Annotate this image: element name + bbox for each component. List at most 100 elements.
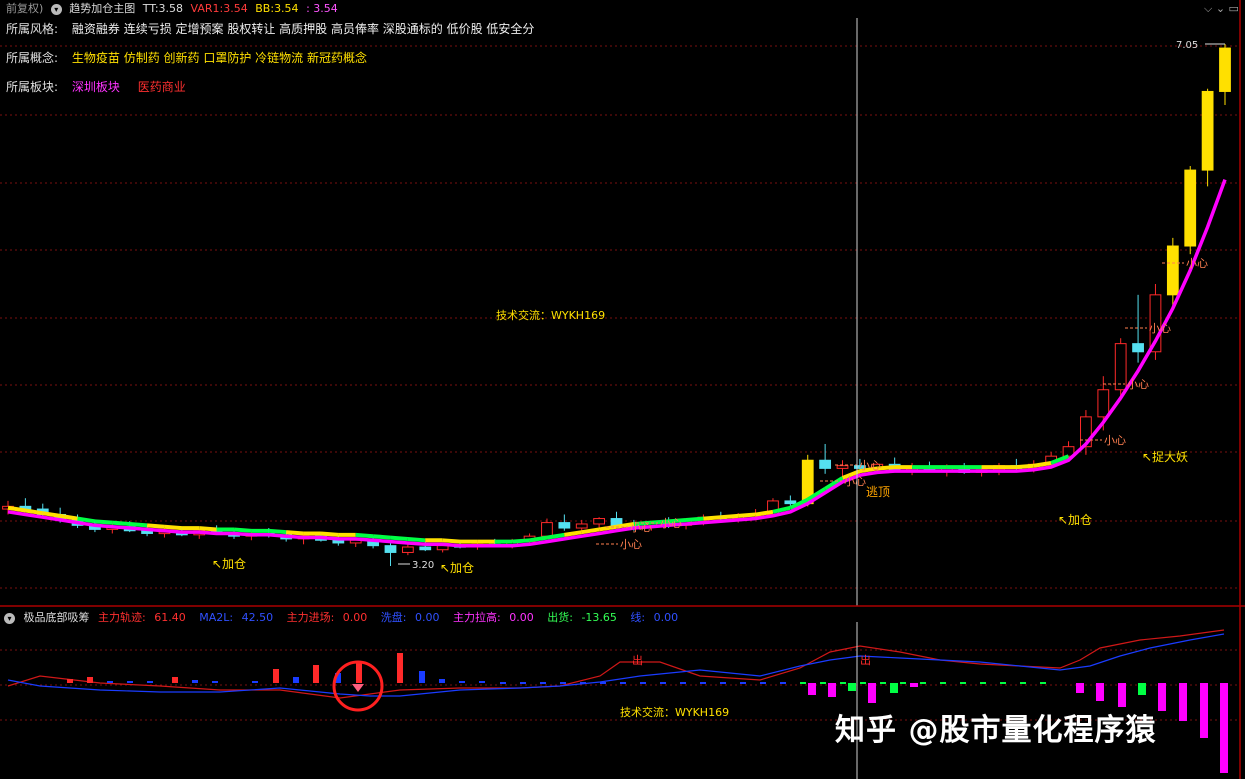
ma-segment <box>7 505 26 513</box>
sub-bar <box>313 665 319 683</box>
var1-label: VAR1: <box>190 2 224 15</box>
ma-segment <box>720 513 739 520</box>
tech-text-main: 技术交流：WYKH169 <box>496 308 605 322</box>
magenta-line <box>7 178 1227 548</box>
candle <box>541 522 553 537</box>
sub-indicator-header: ▾ 极品底部吸筹 主力轨迹: 61.40 MA2L: 42.50 主力进场: 0… <box>4 609 688 625</box>
label-xiaoxin: 小心 <box>1149 322 1171 335</box>
annotations: 7.053.20技术交流：WYKH169↖加仓 ↖加仓↖加仓↖捉大妖逃顶小心 小心小… <box>212 40 1225 575</box>
sub-dash-green <box>920 682 926 684</box>
field-2: 主力进场: 0.00 <box>286 611 368 624</box>
bb-value: 3.54 <box>274 2 299 15</box>
sub-dash-green <box>1040 682 1046 684</box>
sub-dash <box>640 682 646 684</box>
ma-segment <box>407 536 426 543</box>
extra-value: : 3.54 <box>306 2 338 15</box>
sub-dash-green <box>840 682 846 684</box>
label-xiaoxin: 小心 <box>1186 257 1208 270</box>
ma-segment <box>25 508 44 516</box>
sub-title[interactable]: 极品底部吸筹 <box>24 611 90 624</box>
label-xiaoxin: 小心 <box>1104 434 1126 447</box>
sub-dash <box>560 682 566 684</box>
main-track-line <box>7 629 1225 699</box>
bb-label: BB: <box>255 2 275 15</box>
sub-neg-bar <box>848 683 856 691</box>
sub-dash <box>680 682 686 684</box>
adjust-mode[interactable]: 前复权) <box>6 2 43 15</box>
sub-dash <box>520 682 526 684</box>
candle <box>401 546 414 553</box>
ma-segment <box>529 535 548 543</box>
chevron-down-icon[interactable]: ▾ <box>4 612 15 624</box>
sub-neg-bar <box>1200 683 1208 738</box>
ma-segment <box>233 527 252 533</box>
concept-row: 所属概念: 生物疫苗 仿制药 创新药 口罩防护 冷链物流 新冠药概念 <box>6 49 367 66</box>
sub-dash-green <box>980 682 986 684</box>
sub-bar <box>479 681 485 683</box>
sub-neg-bar <box>1220 683 1228 773</box>
style-value: 融资融券 连续亏损 定增预案 股权转让 高质押股 高员俸率 深股通标的 低价股 … <box>71 22 535 36</box>
sub-dash <box>500 682 506 684</box>
sub-indicator: 出 出技术交流：WYKH169 <box>7 629 1228 773</box>
sub-bar <box>67 679 73 683</box>
kline-chart[interactable]: 出出技术交流：WYKH169 7.053.20技术交流：WYKH169↖加仓 ↖加… <box>0 0 1245 779</box>
sector-value-1[interactable]: 深圳板块 <box>72 80 120 94</box>
var1-value: 3.54 <box>223 2 248 15</box>
ma-segment <box>320 531 339 537</box>
sub-dash-green <box>820 682 826 684</box>
sub-neg-bar <box>890 683 898 693</box>
sub-dash <box>720 682 726 684</box>
sub-dash-green <box>860 682 866 684</box>
ma-segment <box>77 516 96 524</box>
sub-dash <box>660 682 666 684</box>
ma-segment <box>581 527 600 535</box>
sub-neg-bar <box>868 683 876 703</box>
candles <box>2 44 1231 566</box>
label-xiaoxin: 小心 <box>844 475 866 488</box>
ma-segment <box>546 532 565 540</box>
sub-dash <box>540 682 546 684</box>
sub-dash-green <box>1020 682 1026 684</box>
label-xiaoxin: 小心 <box>1127 378 1149 391</box>
ma-segment <box>390 535 409 541</box>
ma-segment <box>1033 461 1052 468</box>
sub-bar <box>147 681 153 683</box>
sub-dash <box>700 682 706 684</box>
sub-bar <box>439 679 445 683</box>
sub-dash <box>780 682 786 684</box>
tech-text-sub: 技术交流：WYKH169 <box>620 705 729 719</box>
sub-bar <box>397 653 403 683</box>
ma-segment <box>146 523 165 529</box>
ma-segment <box>738 512 756 518</box>
ma-segment <box>512 538 530 544</box>
chevron-down-icon[interactable]: ▾ <box>50 3 62 15</box>
concept-value: 生物疫苗 仿制药 创新药 口罩防护 冷链物流 新冠药概念 <box>71 51 367 65</box>
candle <box>784 500 797 505</box>
sector-value-2[interactable]: 医药商业 <box>138 80 186 94</box>
candle <box>1132 343 1144 353</box>
sub-neg-bar <box>1138 683 1146 695</box>
top-right-controls[interactable]: ⌵ ⌄ ▭ <box>1204 2 1239 16</box>
sub-dash <box>600 682 606 684</box>
price-high-label: 7.05 <box>1176 40 1198 51</box>
sub-bar <box>252 681 258 683</box>
label-xiaoxin: 小心 <box>660 517 682 530</box>
ma-segment <box>372 534 391 540</box>
sub-dash-green <box>800 682 806 684</box>
sub-bar <box>172 677 178 683</box>
ma-segment <box>59 513 78 521</box>
out-label: 出 <box>632 653 643 667</box>
ma-segment <box>112 520 130 527</box>
ma-segment <box>94 519 113 525</box>
tt-label: TT: <box>142 2 159 15</box>
sub-bar <box>293 677 299 683</box>
candle <box>819 459 832 469</box>
sub-dash-green <box>940 682 946 684</box>
indicator-name[interactable]: 趋势加仓主图 <box>69 2 135 15</box>
ma-segment <box>564 530 583 537</box>
chart-header: 前复权) ▾ 趋势加仓主图 TT:3.58 VAR1:3.54 BB:3.54 … <box>6 0 342 16</box>
candle <box>1114 343 1127 391</box>
trend-line <box>7 178 1227 548</box>
ma-segment <box>355 532 374 539</box>
label-xiaoxin: 小心 <box>620 538 642 551</box>
